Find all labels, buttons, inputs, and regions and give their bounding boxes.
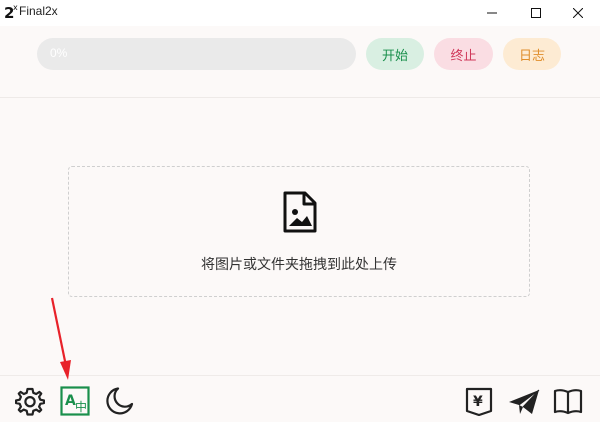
docs-button[interactable] — [553, 386, 583, 416]
minimize-icon — [487, 12, 497, 14]
progress-bar: 0% — [37, 38, 356, 70]
dropzone-text: 将图片或文件夹拖拽到此处上传 — [201, 257, 397, 273]
close-button[interactable] — [556, 0, 600, 26]
logo-sup-glyph: x — [13, 3, 18, 12]
dark-mode-toggle[interactable] — [104, 386, 134, 416]
action-bar: 0% 开始 终止 日志 — [0, 26, 600, 98]
log-button[interactable]: 日志 — [503, 38, 561, 70]
language-button[interactable]: A 中 — [60, 386, 90, 416]
maximize-icon — [531, 8, 541, 18]
bottom-bar: A 中 ¥ — [0, 375, 600, 422]
moon-icon — [106, 387, 134, 415]
close-icon — [573, 8, 583, 18]
image-file-icon — [283, 191, 317, 233]
window-title: Final2x — [19, 4, 58, 18]
main-area: 将图片或文件夹拖拽到此处上传 — [0, 98, 600, 375]
start-button[interactable]: 开始 — [366, 38, 424, 70]
translate-icon: A 中 — [60, 386, 90, 416]
yen-donate-icon: ¥ — [465, 387, 493, 417]
translate-glyph-b: 中 — [75, 399, 87, 414]
maximize-button[interactable] — [514, 0, 558, 26]
book-icon — [553, 389, 583, 415]
yen-glyph: ¥ — [473, 394, 483, 410]
annotation-arrow-icon — [50, 297, 71, 380]
feedback-button[interactable] — [508, 386, 540, 416]
upload-dropzone[interactable]: 将图片或文件夹拖拽到此处上传 — [68, 166, 530, 297]
title-bar: 2 x Final2x — [0, 0, 600, 26]
gear-icon — [14, 387, 46, 416]
settings-button[interactable] — [14, 386, 46, 416]
donate-button[interactable]: ¥ — [464, 386, 494, 417]
minimize-button[interactable] — [470, 0, 514, 26]
progress-text: 0% — [50, 46, 68, 60]
app-logo-icon: 2 x — [4, 3, 18, 19]
stop-button[interactable]: 终止 — [434, 38, 493, 70]
paper-plane-icon — [509, 389, 540, 414]
